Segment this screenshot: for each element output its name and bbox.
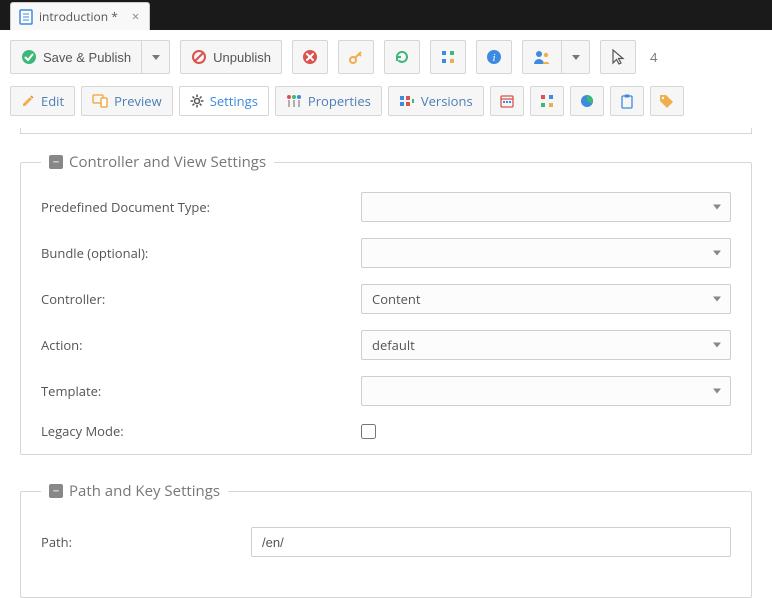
rename-button[interactable] bbox=[338, 40, 374, 74]
tab-settings[interactable]: Settings bbox=[179, 86, 269, 116]
legacy-mode-label: Legacy Mode: bbox=[41, 422, 361, 440]
sliders-icon bbox=[286, 94, 302, 108]
delete-button[interactable] bbox=[292, 40, 328, 74]
key-icon bbox=[348, 49, 364, 65]
path-key-settings-section: − Path and Key Settings Path: bbox=[20, 481, 752, 598]
tab-properties[interactable]: Properties bbox=[275, 86, 382, 116]
fieldset-legend: − Controller and View Settings bbox=[41, 152, 274, 172]
pie-icon bbox=[580, 94, 594, 108]
translate-dropdown[interactable] bbox=[562, 40, 590, 74]
tab-dependencies[interactable] bbox=[530, 86, 564, 116]
controller-view-settings-section: − Controller and View Settings Predefine… bbox=[20, 152, 752, 455]
controller-select[interactable]: Content bbox=[361, 284, 731, 314]
action-label: Action: bbox=[41, 336, 361, 354]
predefined-doctype-select[interactable] bbox=[361, 192, 731, 222]
unpublish-label: Unpublish bbox=[213, 50, 271, 65]
grid-icon bbox=[540, 94, 554, 108]
tab-properties-label: Properties bbox=[308, 92, 371, 110]
tab-preview-label: Preview bbox=[114, 92, 162, 110]
close-icon[interactable]: × bbox=[130, 10, 141, 23]
navigation-icon bbox=[440, 49, 456, 65]
gear-icon bbox=[190, 94, 204, 108]
tab-settings-label: Settings bbox=[210, 92, 258, 110]
svg-text:i: i bbox=[492, 52, 495, 64]
tab-tags[interactable] bbox=[650, 86, 684, 116]
template-label: Template: bbox=[41, 382, 361, 400]
tab-analytics[interactable] bbox=[570, 86, 604, 116]
document-tab[interactable]: introduction * × bbox=[10, 2, 150, 30]
fieldset-legend: − Path and Key Settings bbox=[41, 481, 228, 501]
collapse-icon[interactable]: − bbox=[49, 484, 63, 498]
save-publish-label: Save & Publish bbox=[43, 50, 131, 65]
predefined-doctype-label: Predefined Document Type: bbox=[41, 198, 361, 216]
reload-icon bbox=[394, 49, 410, 65]
unpublish-button[interactable]: Unpublish bbox=[180, 40, 282, 74]
calendar-icon bbox=[500, 94, 514, 108]
collapse-icon[interactable]: − bbox=[49, 155, 63, 169]
clipboard-icon bbox=[621, 94, 633, 109]
show-navigation-button[interactable] bbox=[430, 40, 466, 74]
cursor-icon bbox=[611, 49, 625, 65]
controller-label: Controller: bbox=[41, 290, 361, 308]
check-icon bbox=[21, 49, 37, 65]
legacy-mode-checkbox[interactable] bbox=[361, 424, 376, 439]
info-icon: i bbox=[486, 49, 502, 65]
tab-versions-label: Versions bbox=[421, 92, 473, 110]
save-publish-button[interactable]: Save & Publish bbox=[10, 40, 142, 74]
tab-schedule[interactable] bbox=[490, 86, 524, 116]
path-label: Path: bbox=[41, 533, 251, 551]
action-select[interactable]: default bbox=[361, 330, 731, 360]
tab-preview[interactable]: Preview bbox=[81, 86, 173, 116]
translate-split bbox=[522, 40, 590, 74]
fieldset-title: Controller and View Settings bbox=[69, 152, 266, 172]
delete-icon bbox=[302, 49, 318, 65]
fieldset-title: Path and Key Settings bbox=[69, 481, 220, 501]
bundle-value bbox=[361, 238, 731, 268]
bundle-label: Bundle (optional): bbox=[41, 244, 361, 262]
devices-icon bbox=[92, 94, 108, 108]
save-publish-split: Save & Publish bbox=[10, 40, 170, 74]
tag-icon bbox=[659, 94, 674, 108]
user-icon bbox=[533, 49, 551, 65]
prohibit-icon bbox=[191, 49, 207, 65]
path-input[interactable] bbox=[251, 527, 731, 557]
predefined-doctype-value bbox=[361, 192, 731, 222]
save-publish-dropdown[interactable] bbox=[142, 40, 170, 74]
document-tab-title: introduction * bbox=[39, 8, 124, 25]
pencil-icon bbox=[21, 94, 35, 108]
info-button[interactable]: i bbox=[476, 40, 512, 74]
tab-versions[interactable]: Versions bbox=[388, 86, 484, 116]
versions-icon bbox=[399, 94, 415, 108]
chevron-down-icon bbox=[572, 55, 580, 60]
bundle-select[interactable] bbox=[361, 238, 731, 268]
reload-button[interactable] bbox=[384, 40, 420, 74]
action-value: default bbox=[361, 330, 731, 360]
chevron-down-icon bbox=[152, 55, 160, 60]
tab-notes[interactable] bbox=[610, 86, 644, 116]
document-icon bbox=[19, 9, 33, 25]
translate-button[interactable] bbox=[522, 40, 562, 74]
tab-edit-label: Edit bbox=[41, 92, 64, 110]
template-select[interactable] bbox=[361, 376, 731, 406]
template-value bbox=[361, 376, 731, 406]
cursor-button[interactable] bbox=[600, 40, 636, 74]
controller-value: Content bbox=[361, 284, 731, 314]
page-count: 4 bbox=[646, 48, 657, 66]
tab-edit[interactable]: Edit bbox=[10, 86, 75, 116]
